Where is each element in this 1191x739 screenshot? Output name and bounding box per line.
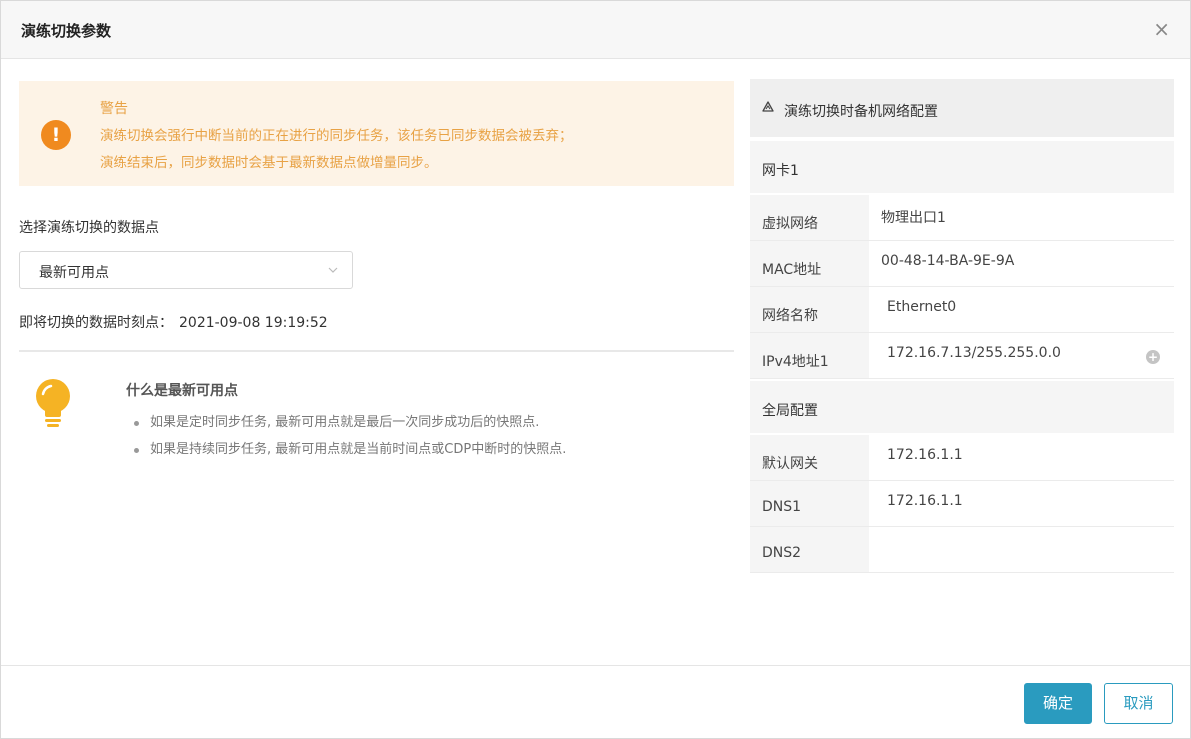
datapoint-label: 选择演练切换的数据点 (19, 220, 159, 236)
table-row: MAC地址 00-48-14-BA-9E-9A (750, 241, 1174, 287)
warning-title: 警告 (100, 101, 128, 117)
info-list: 如果是定时同步任务, 最新可用点就是最后一次同步成功后的快照点. 如果是持续同步… (134, 411, 566, 465)
row-value: 172.16.7.13/255.255.0.0 (887, 345, 1061, 361)
table-row: DNS2 (750, 527, 1174, 573)
table-row: DNS1 172.16.1.1 (750, 481, 1174, 527)
datapoint-select-value: 最新可用点 (39, 265, 109, 281)
row-key: 默认网关 (762, 456, 818, 472)
dialog-title: 演练切换参数 (21, 22, 112, 40)
list-item: 如果是定时同步任务, 最新可用点就是最后一次同步成功后的快照点. (134, 411, 566, 438)
row-key: IPv4地址1 (762, 354, 829, 370)
table-row: 网络名称 Ethernet0 (750, 287, 1174, 333)
row-value: 物理出口1 (881, 210, 946, 226)
timestamp-row: 即将切换的数据时刻点： 2021-09-08 19:19:52 (19, 312, 328, 332)
nic-section: 网卡1 (750, 141, 1174, 193)
datapoint-select[interactable]: 最新可用点 (19, 251, 353, 289)
network-panel-header: 演练切换时备机网络配置 (750, 79, 1174, 137)
warning-banner: ! 警告 演练切换会强行中断当前的正在进行的同步任务，该任务已同步数据会被丢弃；… (19, 81, 734, 186)
table-row: IPv4地址1 172.16.7.13/255.255.0.0 + (750, 333, 1174, 379)
add-ip-icon[interactable]: + (1146, 350, 1160, 364)
footer-divider (1, 665, 1190, 666)
row-value: 172.16.1.1 (887, 447, 963, 463)
table-row: 虚拟网络 物理出口1 (750, 195, 1174, 241)
divider (19, 350, 734, 352)
row-key: 虚拟网络 (762, 216, 818, 232)
dialog-header: 演练切换参数 × (1, 1, 1190, 59)
lightbulb-icon (36, 379, 70, 427)
warning-line-1: 演练切换会强行中断当前的正在进行的同步任务，该任务已同步数据会被丢弃； (100, 128, 573, 144)
exclamation-icon: ! (41, 120, 71, 150)
cancel-button[interactable]: 取消 (1104, 683, 1173, 724)
close-icon[interactable]: × (1153, 17, 1170, 41)
timestamp-value: 2021-09-08 19:19:52 (179, 315, 328, 331)
warning-line-2: 演练结束后，同步数据时会基于最新数据点做增量同步。 (100, 155, 438, 171)
network-panel-title: 演练切换时备机网络配置 (784, 104, 938, 120)
global-section-title: 全局配置 (762, 403, 818, 419)
timestamp-label: 即将切换的数据时刻点： (19, 315, 173, 331)
row-key: DNS2 (762, 545, 802, 561)
row-value: 00-48-14-BA-9E-9A (881, 253, 1015, 269)
table-row: 默认网关 172.16.1.1 (750, 435, 1174, 481)
row-value: Ethernet0 (887, 299, 957, 315)
row-key: MAC地址 (762, 262, 822, 278)
confirm-button[interactable]: 确定 (1024, 683, 1092, 724)
row-key: 网络名称 (762, 308, 818, 324)
row-value: 172.16.1.1 (887, 493, 963, 509)
dialog: 演练切换参数 × ! 警告 演练切换会强行中断当前的正在进行的同步任务，该任务已… (0, 0, 1191, 739)
recycle-icon (762, 101, 774, 112)
chevron-down-icon (328, 267, 338, 273)
list-item: 如果是持续同步任务, 最新可用点就是当前时间点或CDP中断时的快照点. (134, 438, 566, 465)
row-key: DNS1 (762, 499, 802, 515)
nic-section-title: 网卡1 (762, 163, 799, 179)
global-section: 全局配置 (750, 381, 1174, 433)
info-title: 什么是最新可用点 (126, 383, 238, 399)
